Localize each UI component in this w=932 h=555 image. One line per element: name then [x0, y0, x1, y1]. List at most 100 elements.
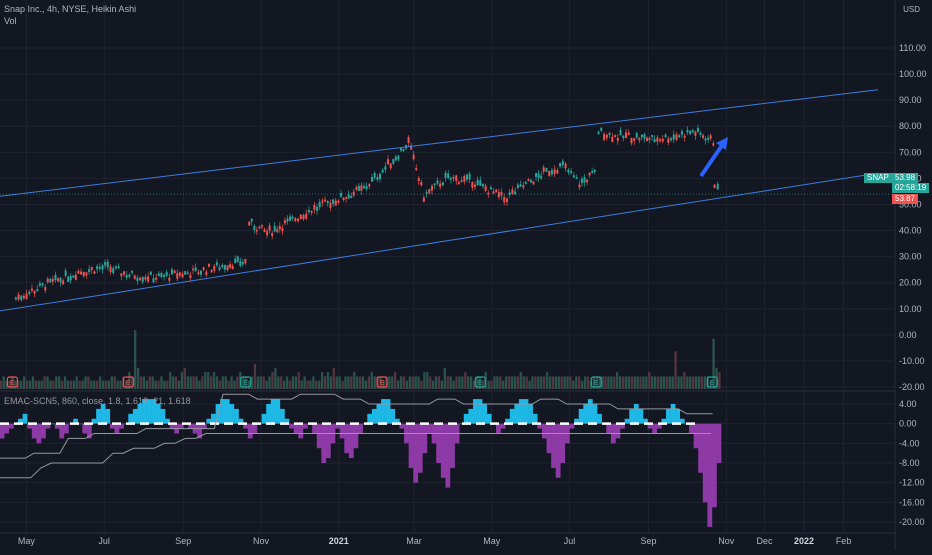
earnings-marker-label: E [10, 380, 15, 387]
volume-bar [247, 380, 251, 389]
osc-bar [670, 404, 676, 424]
x-tick-label: May [483, 536, 501, 546]
candle-body [519, 184, 522, 187]
osc-bar [275, 399, 281, 424]
volume-bar [665, 376, 669, 389]
candle-body [213, 265, 216, 271]
candle-body [25, 293, 28, 300]
candle-body [463, 175, 466, 182]
volume-bar [361, 376, 365, 389]
candle-body [283, 220, 286, 224]
volume-bar [613, 376, 616, 389]
osc-bar [624, 418, 630, 424]
osc-bar [289, 423, 294, 429]
volume-bar [224, 376, 227, 389]
candle-body [62, 280, 65, 285]
osc-y-tick-label: -20.00 [899, 517, 925, 527]
candle-body [345, 197, 348, 199]
candle-body [638, 137, 641, 141]
volume-bar [531, 376, 534, 389]
x-tick-label: Mar [406, 536, 422, 546]
volume-bar [119, 380, 122, 389]
candle-body [394, 156, 397, 161]
candle-body [178, 272, 181, 276]
volume-bar [344, 376, 347, 389]
candle-body [67, 276, 70, 283]
volume-bar [139, 376, 143, 389]
volume-bar [300, 380, 303, 389]
volume-bar [104, 380, 108, 389]
osc-bar [40, 423, 46, 439]
candle-body [33, 290, 36, 294]
y-tick-label: -20.00 [899, 382, 925, 392]
volume-bar [674, 351, 677, 389]
candle-body [74, 274, 77, 280]
osc-bar [523, 399, 529, 424]
osc-y-tick-label: -8.00 [899, 458, 920, 468]
osc-bar [8, 423, 14, 429]
candle-body [205, 271, 208, 276]
candle-body [664, 134, 667, 138]
candle-body [355, 187, 358, 190]
candle-body [439, 183, 442, 187]
volume-bar [332, 368, 335, 389]
volume-bar [545, 372, 549, 389]
candle-body [291, 216, 294, 219]
osc-bar [234, 408, 239, 424]
candle-body [397, 155, 400, 160]
chart-svg[interactable]: EEEEEEE 110.00100.0090.0080.0070.0060.00… [0, 0, 932, 550]
candle-body [379, 173, 382, 180]
candle-body [608, 133, 611, 136]
candle-body [497, 192, 500, 198]
candle-body [535, 173, 538, 177]
candle-body [337, 200, 340, 203]
volume-bar [195, 376, 198, 389]
candle-body [580, 178, 583, 184]
volume-bar [335, 376, 338, 389]
volume-bar [423, 372, 426, 389]
chart-root[interactable]: EEEEEEE 110.00100.0090.0080.0070.0060.00… [0, 0, 932, 550]
earnings-marker-label: E [710, 380, 715, 387]
osc-bar [100, 404, 106, 424]
candle-body [340, 192, 343, 197]
candle-body [266, 231, 269, 236]
volume-bar [513, 376, 517, 389]
volume-bar [227, 380, 230, 389]
volume-bar [116, 380, 119, 389]
candle-body [548, 170, 551, 177]
osc-bar [413, 423, 419, 483]
volume-bar [183, 368, 186, 389]
candle-body [484, 185, 487, 191]
volume-bar [81, 380, 84, 389]
volume-bar [671, 376, 674, 389]
osc-bar [63, 423, 69, 434]
volume-bar [169, 372, 172, 389]
osc-bar [96, 408, 101, 424]
osc-bar [707, 423, 713, 527]
candle-body [643, 134, 646, 139]
candle-body [244, 258, 247, 264]
osc-bar [578, 408, 584, 424]
candle-body [141, 276, 144, 282]
y-tick-label: 90.00 [899, 95, 922, 105]
candle-body [653, 139, 656, 143]
osc-bar [592, 404, 598, 424]
volume-bar [288, 380, 292, 389]
y-tick-label: 80.00 [899, 121, 922, 131]
earnings-marker-label: E [126, 380, 131, 387]
volume-bar [417, 376, 420, 389]
candle-body [473, 184, 476, 187]
volume-bar [215, 376, 219, 389]
osc-bar [36, 423, 42, 444]
volume-bar [429, 376, 432, 389]
earnings-marker-label: E [478, 380, 483, 387]
candle-body [236, 256, 239, 262]
volume-bar [630, 376, 633, 389]
arrow-shaft [699, 142, 725, 178]
volume-bar [218, 380, 222, 389]
osc-bar [551, 423, 556, 468]
volume-bar [75, 376, 78, 389]
volume-bar [309, 380, 312, 389]
volume-bar [154, 380, 157, 389]
candle-body [675, 134, 678, 140]
